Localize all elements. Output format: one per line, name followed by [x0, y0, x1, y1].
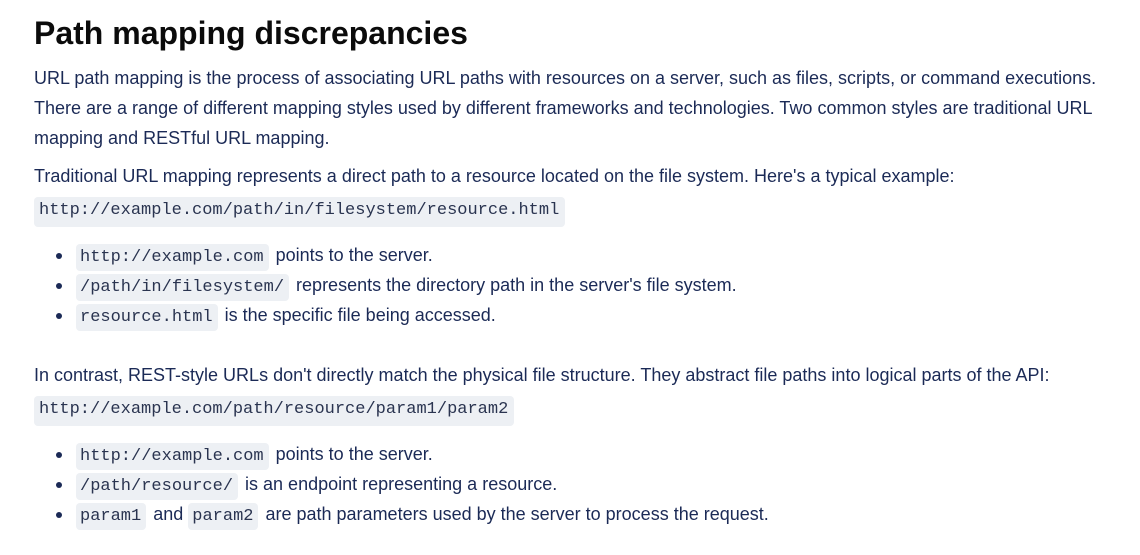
list-item: http://example.com points to the server.	[56, 439, 1124, 470]
inline-code: /path/resource/	[76, 473, 239, 500]
list-item: http://example.com points to the server.	[56, 240, 1124, 271]
inline-code: param2	[188, 503, 259, 530]
bullet-icon	[56, 512, 62, 518]
traditional-url-parts-list: http://example.com points to the server.…	[34, 240, 1124, 331]
list-item: param1 and param2 are path parameters us…	[56, 499, 1124, 530]
code-example-rest: http://example.com/path/resource/param1/…	[34, 396, 515, 426]
inline-code: /path/in/filesystem/	[76, 274, 290, 301]
bullet-icon	[56, 283, 62, 289]
list-item: /path/in/filesystem/ represents the dire…	[56, 270, 1124, 301]
inline-code: http://example.com	[76, 443, 269, 470]
list-item: resource.html is the specific file being…	[56, 300, 1124, 331]
list-item: /path/resource/ is an endpoint represent…	[56, 469, 1124, 500]
list-item-text: points to the server.	[270, 245, 433, 265]
rest-url-parts-list: http://example.com points to the server.…	[34, 439, 1124, 530]
inline-code: param1	[76, 503, 147, 530]
bullet-icon	[56, 253, 62, 259]
list-item-text: represents the directory path in the ser…	[291, 275, 737, 295]
page-title: Path mapping discrepancies	[34, 15, 468, 51]
inline-code: resource.html	[76, 304, 218, 331]
intro-paragraph: URL path mapping is the process of assoc…	[34, 68, 1097, 148]
list-item-text: is an endpoint representing a resource.	[240, 474, 558, 494]
inline-code: http://example.com	[76, 244, 269, 271]
code-example-traditional: http://example.com/path/in/filesystem/re…	[34, 197, 566, 227]
rest-mapping-paragraph: In contrast, REST-style URLs don't direc…	[34, 365, 1050, 385]
bullet-icon	[56, 452, 62, 458]
list-item-text: is the specific file being accessed.	[219, 305, 496, 325]
list-item-connector-text: and	[148, 504, 189, 524]
bullet-icon	[56, 313, 62, 319]
list-item-text: are path parameters used by the server t…	[260, 504, 769, 524]
document-content: Path mapping discrepancies URL path mapp…	[0, 0, 1124, 530]
list-item-text: points to the server.	[270, 444, 433, 464]
traditional-mapping-paragraph: Traditional URL mapping represents a dir…	[34, 166, 955, 186]
bullet-icon	[56, 482, 62, 488]
